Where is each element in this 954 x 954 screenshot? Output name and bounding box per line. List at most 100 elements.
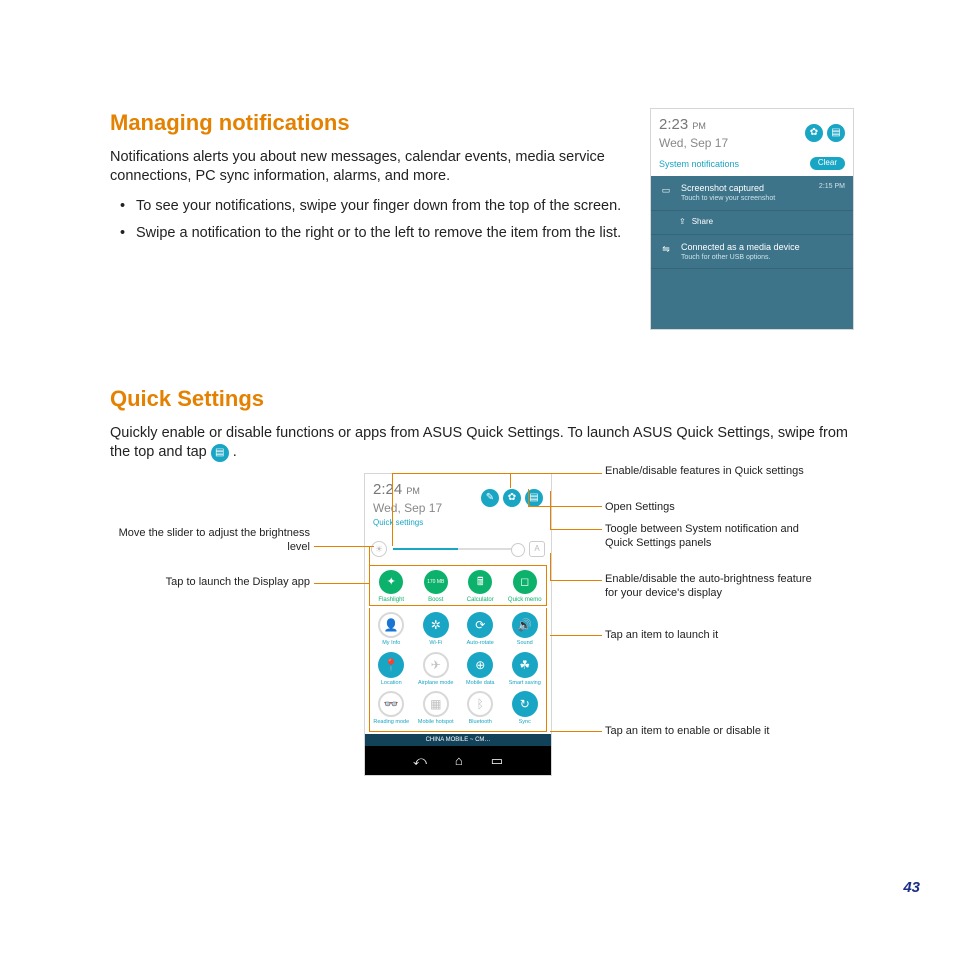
callout-launch: Tap an item to launch it (605, 629, 805, 643)
callout-line (510, 473, 511, 488)
toggle-item[interactable]: 👓Reading mode (370, 691, 413, 726)
callout-line (392, 473, 510, 474)
toggle-item[interactable]: 📍 Location (370, 652, 413, 687)
quick-launch-row: ✦ Flashlight 170 MB Boost 🖩 Calculator◻Quick … (369, 565, 547, 606)
toggle-item[interactable]: 👤 My Info (370, 612, 413, 647)
home-icon[interactable]: ⌂ (455, 752, 463, 770)
toggle-label: Auto-rotate (459, 640, 502, 647)
toggle-label: My Info (370, 640, 413, 647)
calculator-icon: 🖩 (468, 570, 492, 594)
toggle-item[interactable]: ᛒ Bluetooth (459, 691, 502, 726)
callout-line (550, 580, 602, 581)
picture-icon: ▭ (659, 184, 673, 196)
launch-item[interactable]: ◻Quick memo (504, 570, 547, 604)
toggle-label: Mobile data (459, 680, 502, 687)
launch-item[interactable]: 170 MB Boost (415, 570, 458, 604)
intro-text: Notifications alerts you about new messa… (110, 148, 632, 187)
bullet-item: To see your notifications, swipe your fi… (136, 197, 632, 217)
callout-toggle-panels: Toogle between System notification and Q… (605, 523, 815, 551)
notification-item[interactable]: ▭ Screenshot captured Touch to view your… (651, 176, 853, 211)
toggle-label: Bluetooth (459, 719, 502, 726)
toggle-item[interactable]: ✈ Airplane mode (415, 652, 458, 687)
settings-gear-icon[interactable]: ✿ (503, 489, 521, 507)
callout-line (369, 546, 370, 583)
clock-time: 2:24 PM (373, 480, 442, 500)
clock-date: Wed, Sep 17 (373, 500, 442, 516)
callout-line (510, 473, 602, 474)
smartsaving-icon: ☘ (512, 652, 538, 678)
toggle-item[interactable]: 🔊 Sound (504, 612, 547, 647)
recent-icon[interactable]: ▭ (491, 752, 503, 770)
callout-display-app: Tap to launch the Display app (100, 576, 310, 590)
toggle-item[interactable]: ⟳ Auto-rotate (459, 612, 502, 647)
callout-line (550, 553, 551, 580)
panel-toggle-icon[interactable]: ▤ (827, 124, 845, 142)
launch-label: Calculator (459, 596, 502, 604)
callout-line (550, 731, 602, 732)
notification-empty-area (651, 269, 853, 329)
clear-button[interactable]: Clear (810, 157, 845, 170)
callout-line (550, 529, 602, 530)
callout-line (528, 489, 529, 507)
autorotate-icon: ⟳ (467, 612, 493, 638)
bullet-item: Swipe a notification to the right or to … (136, 224, 632, 244)
display-app-button[interactable]: ☀ (371, 541, 387, 557)
toggle-item[interactable]: ↻ Sync (504, 691, 547, 726)
clock-date: Wed, Sep 17 (659, 135, 728, 151)
toggle-label: Reading mode (370, 719, 413, 726)
panel-toggle-icon: ▤ (211, 444, 229, 462)
callout-line (528, 506, 602, 507)
share-icon: ⇪ (679, 217, 686, 228)
wifi-icon: ✲ (423, 612, 449, 638)
page-number: 43 (903, 878, 920, 898)
notification-title: Connected as a media device (681, 241, 845, 253)
sound-icon: 🔊 (512, 612, 538, 638)
toggle-item[interactable]: ✲ Wi-Fi (415, 612, 458, 647)
callout-line (550, 491, 551, 530)
launch-item[interactable]: ✦ Flashlight (370, 570, 413, 604)
toggle-label: Sync (504, 719, 547, 726)
toggle-label: Airplane mode (415, 680, 458, 687)
location-icon: 📍 (378, 652, 404, 678)
bluetooth-icon: ᛒ (467, 691, 493, 717)
notification-item[interactable]: ⇋ Connected as a media device Touch for … (651, 235, 853, 270)
sync-icon: ↻ (512, 691, 538, 717)
notification-panel: 2:23 PM Wed, Sep 17 ✿ ▤ System notificat… (650, 108, 854, 330)
hotspot-icon: ▦ (423, 691, 449, 717)
usb-icon: ⇋ (659, 243, 673, 255)
brightness-slider[interactable] (393, 548, 523, 550)
toggle-item[interactable]: ⊕ Mobile data (459, 652, 502, 687)
notification-subtitle: Touch for other USB options. (681, 253, 845, 262)
callout-enable-features: Enable/disable features in Quick setting… (605, 465, 805, 479)
toggle-item[interactable]: ☘Smart saving (504, 652, 547, 687)
share-label: Share (692, 217, 713, 228)
callout-toggle: Tap an item to enable or disable it (605, 725, 825, 739)
myinfo-icon: 👤 (378, 612, 404, 638)
callout-line (314, 546, 374, 547)
notification-title: Screenshot captured (681, 182, 811, 194)
toggle-label: Location (370, 680, 413, 687)
edit-icon[interactable]: ✎ (481, 489, 499, 507)
launch-label: Quick memo (504, 596, 547, 604)
toggle-label: Sound (504, 640, 547, 647)
toggle-label: Wi-Fi (415, 640, 458, 647)
notification-subtitle: Touch to view your screenshot (681, 194, 811, 203)
share-row[interactable]: ⇪ Share (651, 211, 853, 235)
launch-label: Flashlight (370, 596, 413, 604)
launch-label: Boost (415, 596, 458, 604)
nav-bar: ⤺ ⌂ ▭ (365, 746, 551, 776)
toggle-item[interactable]: ▦Mobile hotspot (415, 691, 458, 726)
back-icon[interactable]: ⤺ (413, 752, 427, 770)
notification-time: 2:15 PM (819, 182, 845, 191)
flashlight-icon: ✦ (379, 570, 403, 594)
settings-gear-icon[interactable]: ✿ (805, 124, 823, 142)
mobiledata-icon: ⊕ (467, 652, 493, 678)
airplane-icon: ✈ (423, 652, 449, 678)
boost-icon: 170 MB (424, 570, 448, 594)
callout-line (550, 635, 602, 636)
carrier-bar: CHINA MOBILE ~ CM… (365, 734, 551, 746)
auto-brightness-toggle[interactable]: A (529, 541, 545, 557)
callout-line (392, 473, 393, 546)
system-notifications-label: System notifications (659, 158, 739, 170)
launch-item[interactable]: 🖩 Calculator (459, 570, 502, 604)
